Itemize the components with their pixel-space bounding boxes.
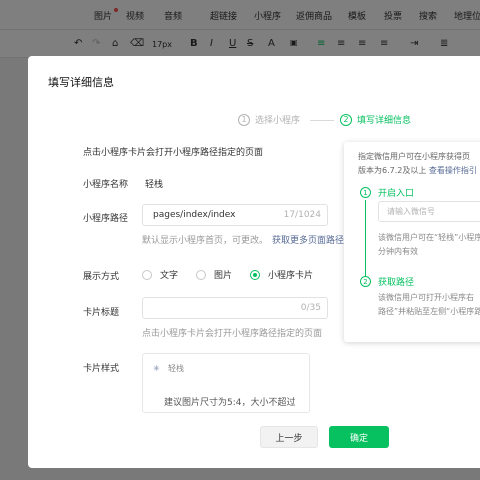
mini-program-dialog: 填写详细信息 1 选择小程序 2 填写详细信息 点击小程序卡片会打开小程序路径指…	[28, 56, 480, 468]
mini-program-name-value: 轻栈	[145, 180, 164, 190]
guide-intro-line1: 指定微信用户可在小程序获得页	[358, 152, 470, 161]
radio-label: 图片	[214, 271, 233, 281]
display-mode-label: 展示方式	[83, 272, 120, 282]
step-number: 1	[238, 113, 250, 126]
popover-arrow	[344, 228, 350, 240]
path-hint: 默认显示小程序首页，可更改。 获取更多页面路径	[142, 233, 344, 246]
step-label: 填写详细信息	[357, 116, 412, 126]
radio-circle	[250, 269, 260, 280]
intro-text: 点击小程序卡片会打开小程序路径指定的页面	[83, 148, 264, 158]
radio-image[interactable]: 图片	[196, 268, 232, 281]
path-input-value: pages/index/index	[153, 210, 236, 220]
confirm-button[interactable]: 确定	[329, 426, 389, 448]
path-hint-text: 默认显示小程序首页，可更改。	[142, 236, 269, 246]
step-number: 2	[340, 113, 352, 126]
guide-step2-desc2: 路径”并粘贴至左侧“小程序路	[378, 307, 480, 316]
guide-step2-desc1: 该微信用户可打开小程序右	[378, 293, 474, 302]
mini-program-name-label: 小程序名称	[83, 180, 129, 190]
card-brand-name: 轻栈	[168, 364, 184, 373]
wechat-id-input[interactable]	[379, 202, 480, 221]
guide-step1-desc2: 分钟内有效	[378, 247, 418, 256]
wechat-id-input-wrap	[378, 201, 480, 222]
radio-mini-program-card[interactable]: 小程序卡片	[250, 268, 313, 281]
radio-label: 文字	[160, 271, 179, 281]
step-fill-details: 2 填写详细信息	[340, 113, 411, 126]
radio-label: 小程序卡片	[268, 271, 314, 281]
guide-step-get-path: 2 获取路径	[360, 275, 414, 288]
guide-step-enable-entry: 1 开启入口	[360, 186, 414, 199]
card-title-hint: 点击小程序卡片会打开小程序路径指定的页面	[142, 329, 323, 339]
dialog-title: 填写详细信息	[48, 76, 114, 89]
card-image-hint: 建议图片尺寸为5:4，大小不超过	[164, 398, 296, 408]
mini-program-logo-icon: ✳	[153, 364, 160, 373]
path-char-count: 17/1024	[283, 210, 321, 220]
path-guide-popover: 指定微信用户可在小程序获得页 版本为6.7.2及以上 查看操作指引 1 开启入口…	[344, 142, 480, 342]
path-label: 小程序路径	[83, 214, 129, 224]
step-divider	[310, 120, 334, 121]
previous-step-button[interactable]: 上一步	[260, 426, 318, 448]
guide-intro-line2: 版本为6.7.2及以上 查看操作指引	[358, 165, 477, 176]
more-page-paths-link[interactable]: 获取更多页面路径	[272, 236, 344, 246]
card-title-label: 卡片标题	[83, 308, 120, 318]
radio-circle	[196, 269, 206, 280]
path-input[interactable]: pages/index/index 17/1024	[142, 204, 328, 226]
card-style-preview[interactable]: ✳ 轻栈 建议图片尺寸为5:4，大小不超过	[142, 353, 310, 413]
guide-step-title: 开启入口	[378, 189, 415, 199]
radio-text[interactable]: 文字	[142, 268, 178, 281]
step-select-mini-program: 1 选择小程序	[238, 113, 300, 126]
operation-guide-link[interactable]: 查看操作指引	[429, 166, 477, 175]
card-style-label: 卡片样式	[83, 364, 120, 374]
card-title-char-count: 0/35	[300, 303, 321, 313]
guide-version-text: 版本为6.7.2及以上	[358, 166, 427, 175]
card-brand: ✳ 轻栈	[153, 363, 184, 374]
guide-step-connector	[365, 200, 366, 276]
step-label: 选择小程序	[255, 116, 301, 126]
card-title-input[interactable]: 0/35	[142, 297, 328, 319]
guide-step1-desc1: 该微信用户可在“轻栈”小程序	[378, 233, 480, 242]
guide-step-number: 1	[360, 187, 371, 198]
guide-step-title: 获取路径	[378, 278, 415, 288]
radio-circle	[142, 269, 152, 280]
guide-step-number: 2	[360, 276, 371, 287]
